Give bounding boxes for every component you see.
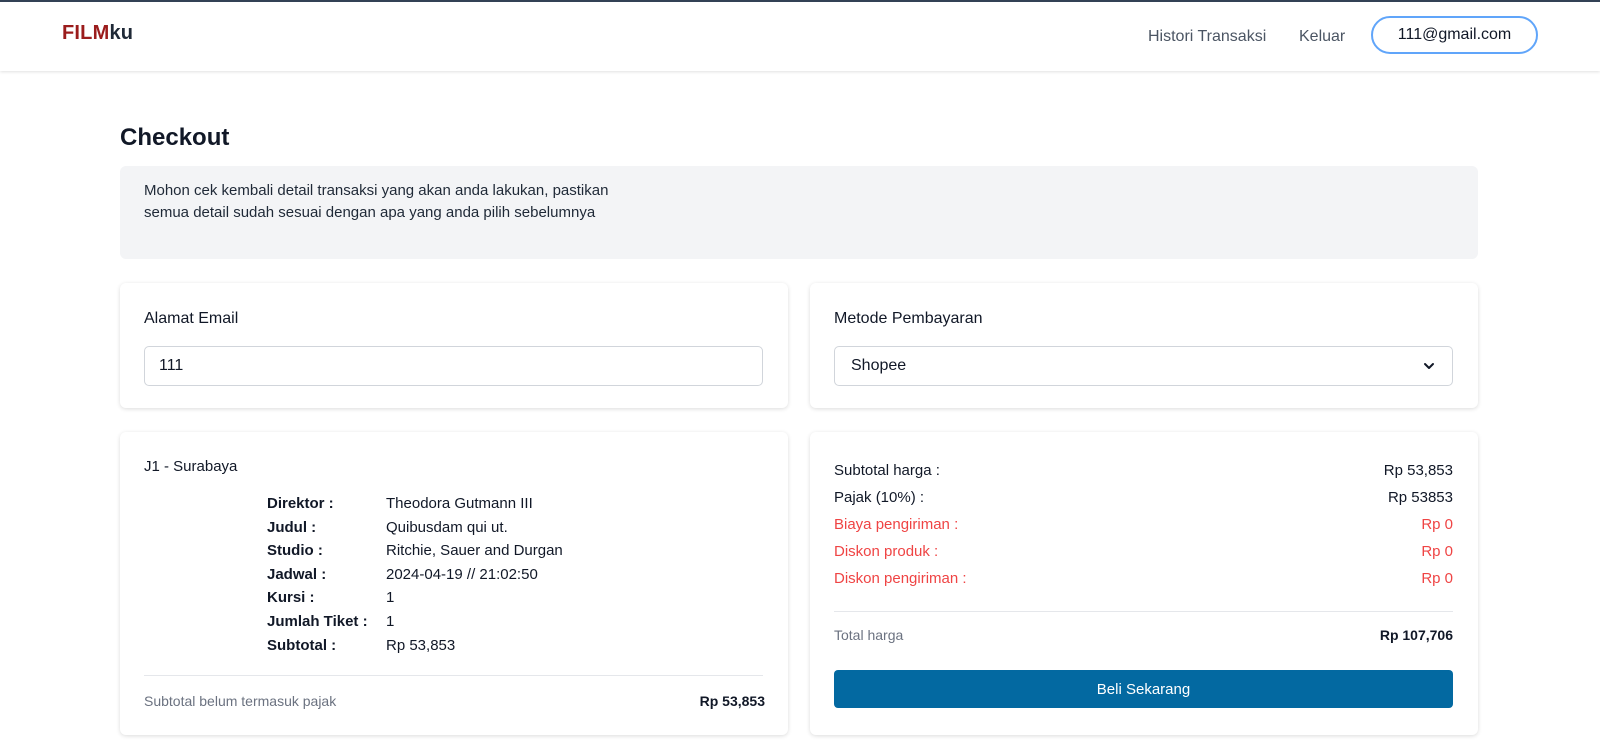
summary-label: Biaya pengiriman :	[834, 516, 959, 533]
top-navbar: FILMku Histori Transaksi Keluar 111@gmai…	[0, 0, 1600, 71]
summary-row-tax: Pajak (10%) : Rp 53853	[834, 489, 1453, 506]
summary-label: Subtotal harga :	[834, 462, 940, 479]
price-summary-card: Subtotal harga : Rp 53,853 Pajak (10%) :…	[810, 432, 1478, 735]
site-logo[interactable]: FILMku	[62, 22, 133, 45]
detail-key: Direktor :	[267, 495, 334, 512]
detail-row-director: Direktor : Theodora Gutmann III	[267, 495, 533, 512]
payment-card: Metode Pembayaran Shopee	[810, 283, 1478, 408]
divider	[144, 675, 763, 676]
detail-value: 2024-04-19 // 21:02:50	[386, 566, 538, 583]
detail-value: Rp 53,853	[386, 637, 456, 654]
subtotal-note-value: Rp 53,853	[699, 693, 765, 709]
total-row: Total harga Rp 107,706	[834, 627, 1453, 643]
buy-now-button[interactable]: Beli Sekarang	[834, 670, 1453, 708]
summary-row-shipping-discount: Diskon pengiriman : Rp 0	[834, 570, 1453, 587]
notice-text: Mohon cek kembali detail transaksi yang …	[144, 182, 609, 221]
summary-label: Diskon pengiriman :	[834, 570, 967, 587]
detail-value: Quibusdam qui ut.	[386, 519, 508, 536]
checkout-notice: Mohon cek kembali detail transaksi yang …	[120, 166, 1478, 259]
detail-key: Kursi :	[267, 589, 315, 606]
payment-label: Metode Pembayaran	[834, 310, 983, 327]
chevron-down-icon	[1424, 363, 1434, 369]
detail-row-schedule: Jadwal : 2024-04-19 // 21:02:50	[267, 566, 538, 583]
detail-row-subtotal: Subtotal : Rp 53,853	[267, 637, 455, 654]
detail-value: 1	[386, 613, 395, 630]
nav-link-logout[interactable]: Keluar	[1299, 28, 1345, 46]
payment-method-select[interactable]: Shopee	[834, 346, 1453, 386]
detail-row-studio: Studio : Ritchie, Sauer and Durgan	[267, 542, 563, 559]
summary-value: Rp 53853	[1387, 489, 1453, 506]
email-field[interactable]	[144, 346, 763, 386]
total-label: Total harga	[834, 627, 904, 643]
summary-value: Rp 53,853	[1383, 462, 1453, 479]
detail-key: Judul :	[267, 519, 317, 536]
summary-value: Rp 0	[1421, 570, 1453, 587]
page-title: Checkout	[120, 124, 230, 151]
summary-row-product-discount: Diskon produk : Rp 0	[834, 543, 1453, 560]
summary-row-subtotal: Subtotal harga : Rp 53,853	[834, 462, 1453, 479]
payment-method-value: Shopee	[851, 357, 907, 374]
detail-row-title: Judul : Quibusdam qui ut.	[267, 519, 508, 536]
logo-film-text: FILM	[62, 22, 110, 44]
email-card: Alamat Email	[120, 283, 788, 408]
detail-value: Ritchie, Sauer and Durgan	[386, 542, 563, 559]
summary-label: Diskon produk :	[834, 543, 939, 560]
detail-row-ticket-count: Jumlah Tiket : 1	[267, 613, 394, 630]
cinema-location: J1 - Surabaya	[144, 458, 238, 475]
summary-value: Rp 0	[1421, 516, 1453, 533]
summary-value: Rp 0	[1421, 543, 1453, 560]
user-email-button[interactable]: 111@gmail.com	[1371, 16, 1538, 54]
detail-value: 1	[386, 589, 395, 606]
detail-key: Jadwal :	[267, 566, 327, 583]
detail-key: Subtotal :	[267, 637, 337, 654]
detail-key: Studio :	[267, 542, 323, 559]
divider	[834, 611, 1453, 612]
summary-label: Pajak (10%) :	[834, 489, 925, 506]
summary-row-shipping: Biaya pengiriman : Rp 0	[834, 516, 1453, 533]
subtotal-note: Subtotal belum termasuk pajak	[144, 693, 337, 709]
detail-key: Jumlah Tiket :	[267, 613, 368, 630]
total-value: Rp 107,706	[1379, 627, 1453, 643]
detail-value: Theodora Gutmann III	[386, 495, 533, 512]
nav-link-history[interactable]: Histori Transaksi	[1148, 28, 1266, 46]
logo-ku-text: ku	[109, 22, 134, 44]
detail-row-seat: Kursi : 1	[267, 589, 394, 606]
email-label: Alamat Email	[144, 310, 239, 327]
ticket-detail-card: J1 - Surabaya Direktor : Theodora Gutmann…	[120, 432, 788, 735]
